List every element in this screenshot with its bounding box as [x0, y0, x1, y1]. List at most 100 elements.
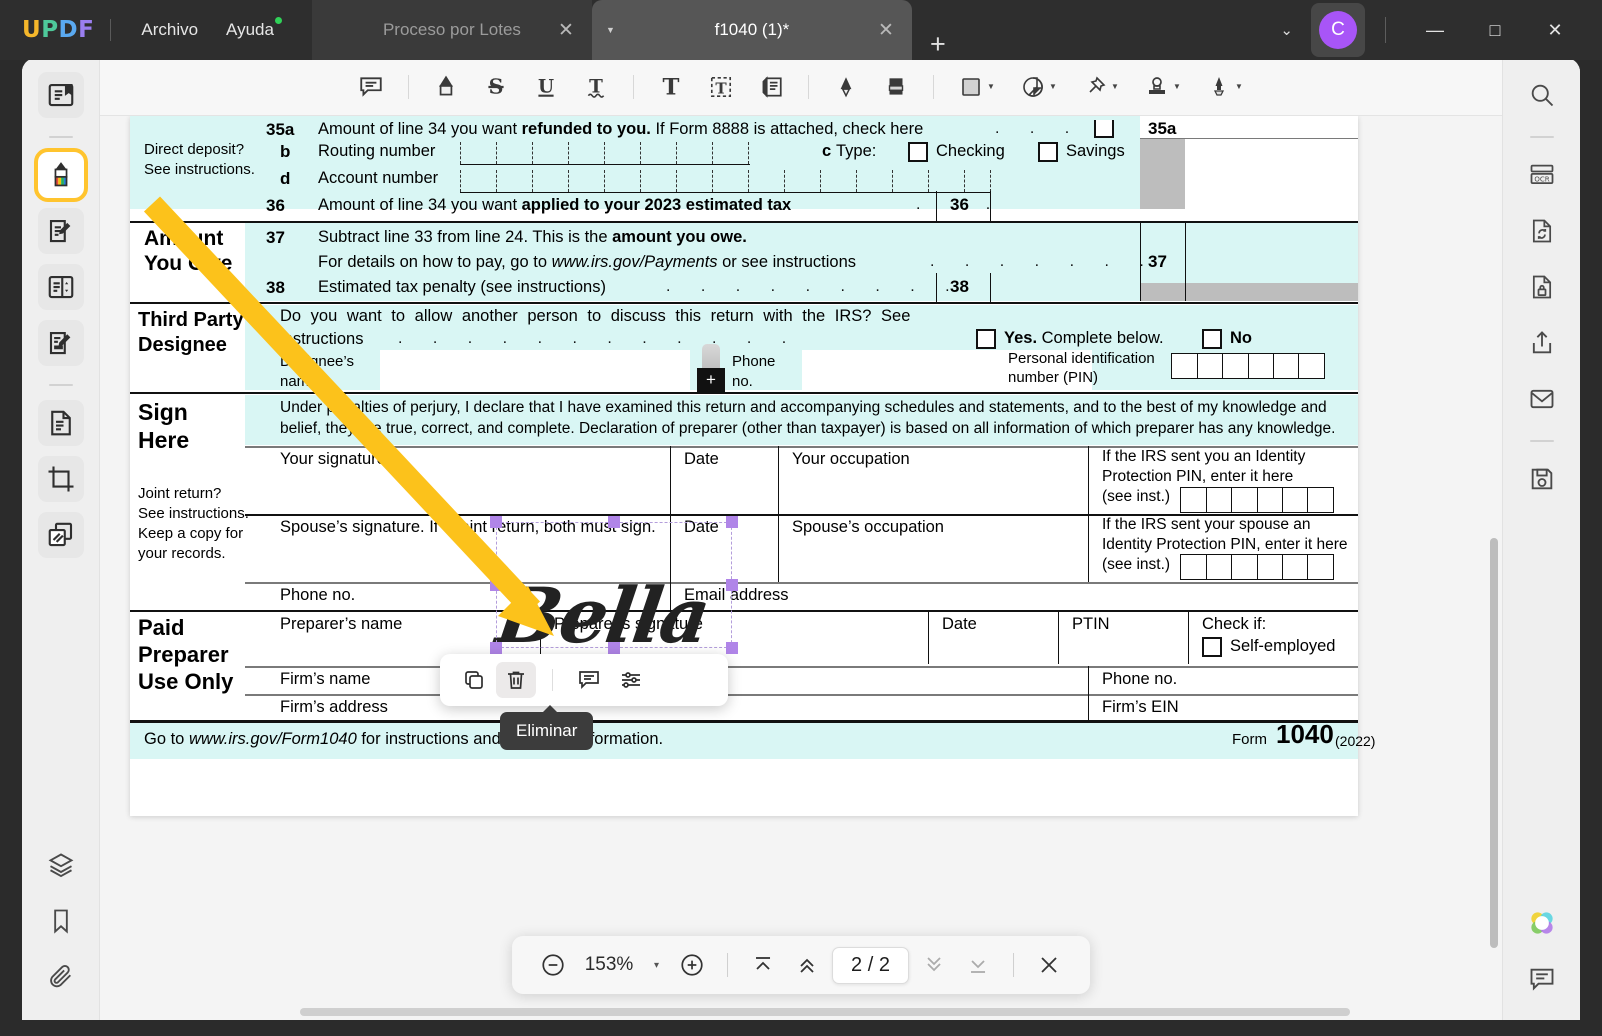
savings-checkbox[interactable] [1038, 142, 1058, 162]
first-page-button[interactable] [744, 946, 782, 984]
footer-form-number: 1040 [1276, 719, 1334, 749]
strikethrough-icon[interactable]: S [473, 67, 519, 107]
third-party-no-checkbox[interactable] [1202, 329, 1222, 349]
menu-archivo[interactable]: Archivo [127, 14, 212, 46]
underline-icon[interactable]: U [523, 67, 569, 107]
convert-icon[interactable] [1519, 208, 1565, 254]
sidebar-item-pages[interactable] [37, 512, 84, 558]
search-icon[interactable] [1519, 72, 1565, 118]
highlighter-icon[interactable] [423, 67, 469, 107]
divider [633, 74, 634, 99]
menu-ayuda[interactable]: Ayuda [212, 14, 288, 46]
prev-page-button[interactable] [788, 946, 826, 984]
third-party-yes-checkbox[interactable] [976, 329, 996, 349]
horizontal-scrollbar[interactable] [300, 1008, 1350, 1016]
eraser-icon[interactable] [873, 67, 919, 107]
copy-button[interactable] [454, 662, 494, 698]
sidebar-item-crop[interactable] [37, 456, 84, 502]
resize-handle-e[interactable] [726, 579, 738, 591]
vertical-scrollbar[interactable] [1490, 538, 1498, 948]
tab-proceso-por-lotes[interactable]: Proceso por Lotes ✕ [311, 0, 592, 60]
sidebar-item-attachments[interactable] [38, 954, 84, 1000]
direct-deposit-note-l2: See instructions. [144, 161, 255, 178]
save-icon[interactable] [1519, 456, 1565, 502]
tab-f1040[interactable]: ▼ f1040 (1)* ✕ [591, 0, 912, 60]
line-35c-number: c [822, 142, 832, 160]
sidebar-item-bookmarks[interactable] [38, 898, 84, 944]
ip-pin-spouse-field[interactable] [1180, 554, 1335, 580]
routing-number-field[interactable] [460, 142, 750, 165]
sidebar-item-layers[interactable] [38, 842, 84, 888]
minimize-button[interactable]: — [1406, 0, 1464, 60]
zoom-out-button[interactable] [534, 946, 572, 984]
close-pagebar-button[interactable] [1030, 946, 1068, 984]
comment-icon[interactable] [348, 67, 394, 107]
checking-checkbox[interactable] [908, 142, 928, 162]
page-navigation-bar[interactable]: 153% ▾ 2 / 2 [512, 936, 1090, 994]
share-icon[interactable] [1519, 320, 1565, 366]
close-icon[interactable]: ✕ [878, 19, 894, 42]
divider [1529, 136, 1554, 138]
chevron-down-icon[interactable]: ▼ [1173, 82, 1181, 91]
line-35a-checkbox[interactable] [1094, 120, 1114, 138]
chevron-down-icon[interactable]: ▼ [987, 82, 995, 91]
svg-text:U: U [538, 76, 554, 97]
email-icon[interactable] [1519, 376, 1565, 422]
resize-handle-sw[interactable] [490, 642, 502, 654]
self-employed-checkbox[interactable] [1202, 637, 1222, 657]
maximize-button[interactable]: □ [1466, 0, 1524, 60]
text-tool-icon[interactable]: T [648, 67, 694, 107]
sidebar-item-edit[interactable] [37, 208, 84, 254]
zoom-in-button[interactable] [673, 946, 711, 984]
chevron-down-icon[interactable]: ▼ [1235, 82, 1243, 91]
sidebar-item-comment[interactable] [33, 148, 88, 202]
ip-pin-you-field[interactable] [1180, 487, 1335, 513]
signature-selection-box[interactable] [496, 522, 732, 648]
stamp-icon[interactable]: ▼ [1134, 67, 1192, 107]
close-icon[interactable]: ✕ [558, 19, 574, 42]
sticky-note-icon[interactable] [748, 67, 794, 107]
text-box-icon[interactable]: T [698, 67, 744, 107]
ai-assistant-icon[interactable] [1519, 900, 1565, 946]
squiggly-underline-icon[interactable]: T [573, 67, 619, 107]
right-sidebar: OCR [1502, 58, 1580, 1020]
new-tab-button[interactable]: + [930, 29, 946, 60]
sticker-icon[interactable]: ▼ [1010, 67, 1068, 107]
zoom-dropdown-icon[interactable]: ▾ [646, 960, 667, 971]
ocr-icon[interactable]: OCR [1519, 152, 1565, 198]
comment-panel-icon[interactable] [1519, 956, 1565, 1002]
resize-handle-se[interactable] [726, 642, 738, 654]
resize-handle-nw[interactable] [490, 516, 502, 528]
resize-handle-n[interactable] [608, 516, 620, 528]
sidebar-item-fill-sign[interactable] [37, 320, 84, 366]
shape-icon[interactable]: ▼ [948, 67, 1006, 107]
account-button[interactable]: C [1311, 3, 1365, 57]
note-button[interactable] [569, 662, 609, 698]
resize-handle-w[interactable] [490, 579, 502, 591]
sidebar-item-organize[interactable] [37, 264, 84, 310]
last-page-button[interactable] [959, 946, 997, 984]
chevron-down-icon[interactable]: ▼ [606, 25, 615, 35]
close-button[interactable]: ✕ [1526, 0, 1584, 60]
pin-icon[interactable]: ▼ [1072, 67, 1130, 107]
pencil-icon[interactable] [823, 67, 869, 107]
properties-button[interactable] [611, 662, 651, 698]
resize-handle-ne[interactable] [726, 516, 738, 528]
sidebar-item-convert[interactable] [37, 400, 84, 446]
document-canvas[interactable]: 35a Amount of line 34 you want refunded … [100, 116, 1502, 1020]
next-page-button[interactable] [915, 946, 953, 984]
protect-icon[interactable] [1519, 264, 1565, 310]
chevron-down-icon[interactable]: ▼ [1049, 82, 1057, 91]
sidebar-item-reader[interactable] [37, 72, 84, 118]
resize-handle-s[interactable] [608, 642, 620, 654]
signature-pen-icon[interactable]: ▼ [1196, 67, 1254, 107]
chevron-down-icon[interactable]: ▼ [1111, 82, 1119, 91]
chevron-down-icon[interactable]: ⌄ [1264, 11, 1309, 49]
designee-pin-field[interactable] [1171, 353, 1326, 379]
delete-button[interactable] [496, 662, 536, 698]
pdf-page[interactable]: 35a Amount of line 34 you want refunded … [130, 116, 1375, 816]
zoom-level-value[interactable]: 153% [578, 954, 640, 976]
page-indicator[interactable]: 2 / 2 [832, 946, 909, 984]
annotation-popup-toolbar[interactable] [440, 654, 728, 706]
account-number-field[interactable] [460, 170, 991, 193]
